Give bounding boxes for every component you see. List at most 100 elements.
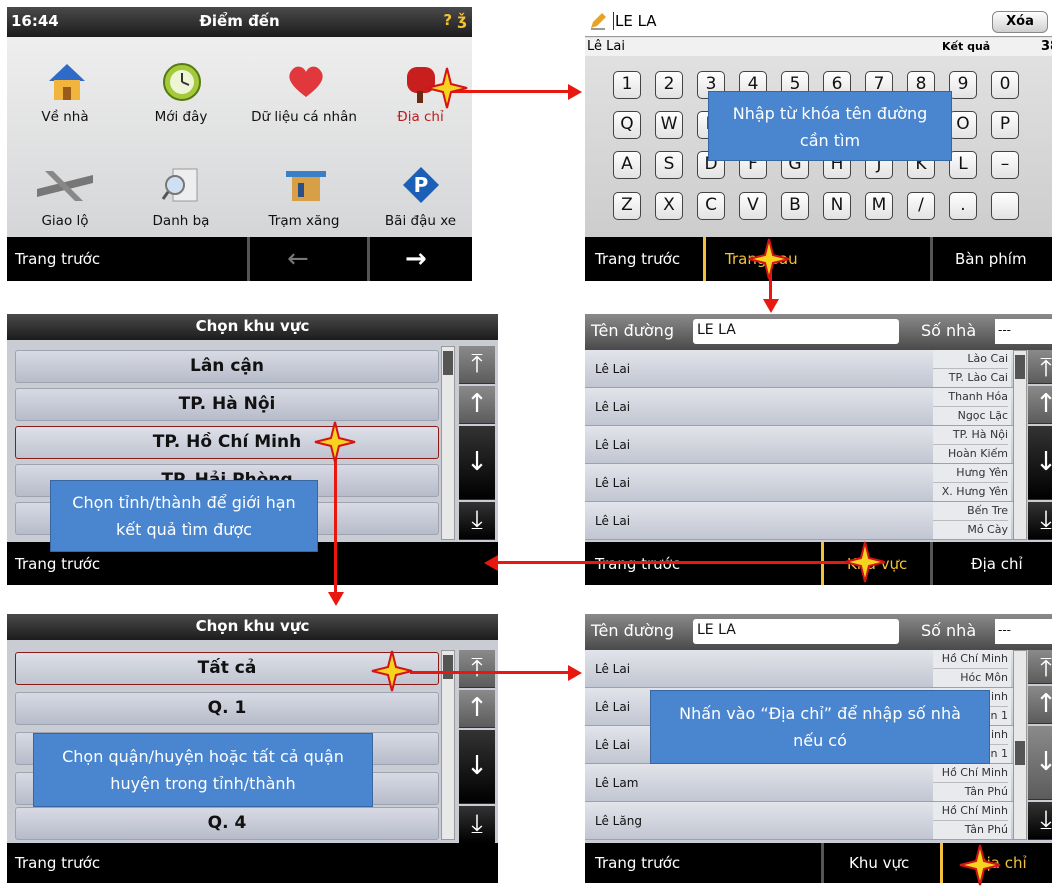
key-3-9[interactable] — [991, 192, 1019, 220]
key-3-4[interactable]: B — [781, 192, 809, 220]
district-row[interactable]: Q. 4 — [15, 807, 439, 840]
scroll-up-icon[interactable]: ↑ — [459, 690, 495, 728]
address-label: Địa chỉ — [397, 109, 444, 125]
key-3-1[interactable]: X — [655, 192, 683, 220]
search-fields-bar: Tên đường LE LA Số nhà --- — [585, 614, 1052, 650]
keyboard-button[interactable]: Bàn phím — [955, 237, 1027, 281]
result-row[interactable]: Lê Lai Lào Cai TP. Lào Cai — [585, 350, 1013, 388]
bottom-bar: Trang trước — [7, 843, 498, 883]
district-row[interactable]: Q. 1 — [15, 692, 439, 725]
back-button[interactable]: Trang trước — [595, 843, 680, 883]
street-name: Lê Lai — [595, 438, 631, 452]
scroll-thumb[interactable] — [443, 351, 453, 375]
scroll-top-icon[interactable]: ⤒ — [459, 650, 495, 688]
street-name: Lê Lai — [595, 662, 631, 676]
bottom-bar: Trang trước ← → — [7, 237, 472, 281]
scroll-down-icon[interactable]: ↓ — [1028, 426, 1052, 500]
result-row[interactable]: Lê Lai Thanh Hóa Ngọc Lặc — [585, 388, 1013, 426]
key-0-9[interactable]: 0 — [991, 71, 1019, 99]
key-3-8[interactable]: . — [949, 192, 977, 220]
house-number-input[interactable]: --- — [995, 619, 1052, 644]
next-arrow-icon[interactable]: → — [405, 237, 427, 281]
key-3-2[interactable]: C — [697, 192, 725, 220]
scroll-bottom-icon[interactable]: ⤓ — [459, 806, 495, 844]
result-row[interactable]: Lê Lam Hồ Chí Minh Tân Phú — [585, 764, 1013, 802]
scroll-top-icon[interactable]: ⤒ — [459, 346, 495, 384]
recent-button[interactable]: Mới đây — [123, 61, 239, 125]
scroll-down-icon[interactable]: ↓ — [1028, 726, 1052, 800]
key-1-8[interactable]: O — [949, 111, 977, 139]
scroll-up-icon[interactable]: ↑ — [1028, 686, 1052, 724]
house-number-input[interactable]: --- — [995, 319, 1052, 344]
scroll-up-icon[interactable]: ↑ — [459, 386, 495, 424]
scroll-track[interactable] — [1013, 350, 1027, 540]
result-row[interactable]: Lê Lai Hưng Yên X. Hưng Yên — [585, 464, 1013, 502]
area-row[interactable]: TP. Hà Nội — [15, 388, 439, 421]
scroll-top-icon[interactable]: ⤒ — [1028, 350, 1052, 384]
intersection-button[interactable]: Giao lộ — [7, 165, 123, 229]
province-text: Hưng Yên — [956, 466, 1008, 479]
district-text: Mỏ Cày — [933, 520, 1008, 539]
key-3-6[interactable]: M — [865, 192, 893, 220]
scroll-up-icon[interactable]: ↑ — [1028, 386, 1052, 424]
help-icon[interactable]: ? ǯ — [443, 11, 466, 29]
scroll-top-icon[interactable]: ⤒ — [1028, 650, 1052, 684]
scroll-bottom-icon[interactable]: ⤓ — [459, 502, 495, 540]
street-input[interactable]: LE LA — [693, 619, 899, 644]
key-1-9[interactable]: P — [991, 111, 1019, 139]
contacts-button[interactable]: Danh bạ — [123, 165, 239, 229]
arrow-head-icon — [763, 299, 779, 313]
key-2-0[interactable]: A — [613, 151, 641, 179]
key-3-3[interactable]: V — [739, 192, 767, 220]
suggestion-text[interactable]: Lê Lai — [587, 39, 625, 54]
scroll-track[interactable] — [1013, 650, 1027, 840]
key-2-9[interactable]: – — [991, 151, 1019, 179]
back-button[interactable]: Trang trước — [15, 237, 100, 281]
back-button[interactable]: Trang trước — [595, 237, 680, 281]
home-button[interactable]: Về nhà — [7, 61, 123, 125]
province-text: Lào Cai — [967, 352, 1008, 365]
page-title: Chọn khu vực — [195, 317, 310, 335]
result-row[interactable]: Lê Lai Hồ Chí Minh Hóc Môn — [585, 650, 1013, 688]
scroll-down-icon[interactable]: ↓ — [459, 730, 495, 804]
province-text: Hồ Chí Minh — [941, 652, 1008, 665]
back-button[interactable]: Trang trước — [15, 843, 100, 883]
result-row[interactable]: Lê Lai Bến Tre Mỏ Cày — [585, 502, 1013, 540]
gas-station-button[interactable]: Trạm xăng — [239, 165, 369, 229]
parking-button[interactable]: P Bãi đậu xe — [369, 165, 472, 229]
area-row-selected[interactable]: TP. Hồ Chí Minh — [15, 426, 439, 459]
key-3-7[interactable]: / — [907, 192, 935, 220]
key-0-8[interactable]: 9 — [949, 71, 977, 99]
scroll-thumb[interactable] — [443, 655, 453, 679]
street-input[interactable]: LE LA — [693, 319, 899, 344]
result-row[interactable]: Lê Lai TP. Hà Nội Hoàn Kiếm — [585, 426, 1013, 464]
scroll-track[interactable] — [441, 346, 455, 540]
scroll-down-icon[interactable]: ↓ — [459, 426, 495, 500]
key-0-1[interactable]: 2 — [655, 71, 683, 99]
scroll-bottom-icon[interactable]: ⤓ — [1028, 802, 1052, 840]
district-text: X. Hưng Yên — [933, 482, 1008, 501]
result-row[interactable]: Lê Lăng Hồ Chí Minh Tân Phú — [585, 802, 1013, 840]
scroll-bottom-icon[interactable]: ⤓ — [1028, 502, 1052, 540]
personal-data-button[interactable]: Dữ liệu cá nhân — [239, 61, 369, 125]
scroll-thumb[interactable] — [1015, 741, 1025, 765]
prev-arrow-icon[interactable]: ← — [287, 237, 309, 281]
scroll-track[interactable] — [441, 650, 455, 840]
key-3-5[interactable]: N — [823, 192, 851, 220]
area-row[interactable]: Lân cận — [15, 350, 439, 383]
location-cell: Lào Cai TP. Lào Cai — [933, 350, 1011, 387]
search-input[interactable]: LE LA — [613, 12, 657, 30]
clear-button[interactable]: Xóa — [992, 11, 1048, 33]
location-cell: Hưng Yên X. Hưng Yên — [933, 464, 1011, 501]
search-bar: LE LA Xóa — [585, 7, 1052, 37]
key-3-0[interactable]: Z — [613, 192, 641, 220]
key-2-1[interactable]: S — [655, 151, 683, 179]
key-0-0[interactable]: 1 — [613, 71, 641, 99]
scroll-thumb[interactable] — [1015, 355, 1025, 379]
area-button[interactable]: Khu vực — [849, 843, 909, 883]
key-2-8[interactable]: L — [949, 151, 977, 179]
province-text: Hồ Chí Minh — [941, 804, 1008, 817]
key-1-0[interactable]: Q — [613, 111, 641, 139]
address-button[interactable]: Địa chỉ — [971, 542, 1023, 585]
key-1-1[interactable]: W — [655, 111, 683, 139]
